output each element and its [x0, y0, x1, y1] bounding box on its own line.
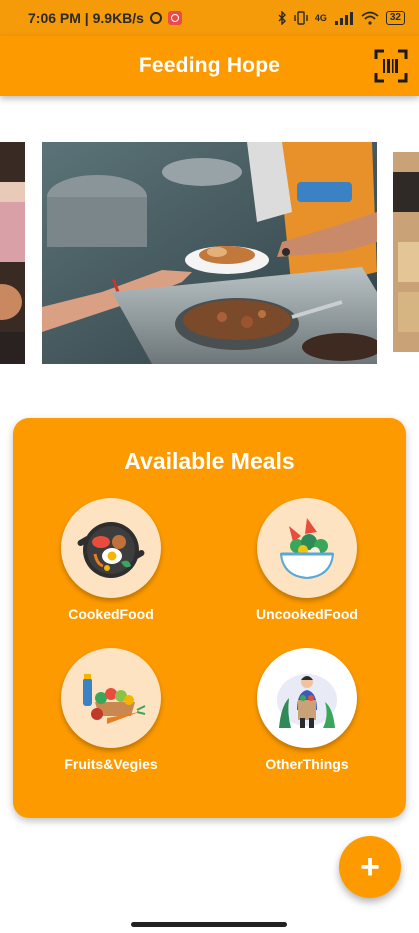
app-bar: Feeding Hope — [0, 36, 419, 96]
vibrate-icon — [294, 11, 308, 25]
fruits-vegetables-icon — [83, 674, 146, 724]
status-left: 7:06 PM | 9.9KB/s — [28, 10, 182, 26]
meal-circle[interactable] — [61, 498, 161, 598]
signal-icon — [334, 11, 353, 25]
battery-icon: 32 — [385, 11, 405, 25]
meal-label-uncooked-food: UncookedFood — [256, 606, 358, 622]
image-carousel[interactable] — [0, 140, 419, 370]
add-icon: + — [360, 848, 380, 886]
available-meals-card: Available Meals CookedFood UncookedFood … — [13, 418, 406, 818]
meal-circle[interactable] — [257, 648, 357, 748]
status-right: 4G 32 — [278, 11, 405, 25]
app-title: Feeding Hope — [138, 54, 281, 77]
alarm-icon — [149, 12, 162, 24]
meal-circle[interactable] — [61, 648, 161, 748]
meal-label-other-things: OtherThings — [265, 756, 349, 772]
food-serving-photo-main — [42, 142, 377, 364]
wifi-icon — [361, 11, 379, 25]
home-indicator[interactable] — [131, 922, 287, 927]
barcode-scan-button[interactable] — [373, 48, 409, 84]
notification-icon — [167, 11, 182, 25]
meal-circle[interactable] — [257, 498, 357, 598]
other-things-icon — [277, 674, 337, 728]
meal-label-fruits-vegies: Fruits&Vegies — [64, 756, 158, 772]
food-serving-photo-right — [393, 152, 419, 352]
carousel-slide-right[interactable] — [393, 152, 419, 352]
meal-label-cooked-food: CookedFood — [68, 606, 154, 622]
add-button[interactable]: + — [339, 836, 401, 898]
meal-item-other-things[interactable]: OtherThings — [232, 648, 382, 772]
food-serving-photo-left — [0, 142, 25, 364]
meals-title: Available Meals — [124, 448, 295, 474]
meal-item-uncooked-food[interactable]: UncookedFood — [232, 498, 382, 622]
carousel-slide-left[interactable] — [0, 142, 25, 364]
status-time: 7:06 PM | 9.9KB/s — [28, 10, 144, 26]
uncooked-food-icon — [279, 518, 335, 580]
meal-item-fruits-vegies[interactable]: Fruits&Vegies — [36, 648, 186, 772]
network-type: 4G — [314, 13, 327, 23]
carousel-slide-main[interactable] — [42, 142, 377, 364]
meal-item-cooked-food[interactable]: CookedFood — [36, 498, 186, 622]
bluetooth-icon — [278, 11, 286, 25]
barcode-scan-icon — [374, 49, 408, 83]
status-bar: 7:06 PM | 9.9KB/s 4G 32 — [0, 0, 419, 36]
cooked-food-icon — [77, 522, 145, 578]
